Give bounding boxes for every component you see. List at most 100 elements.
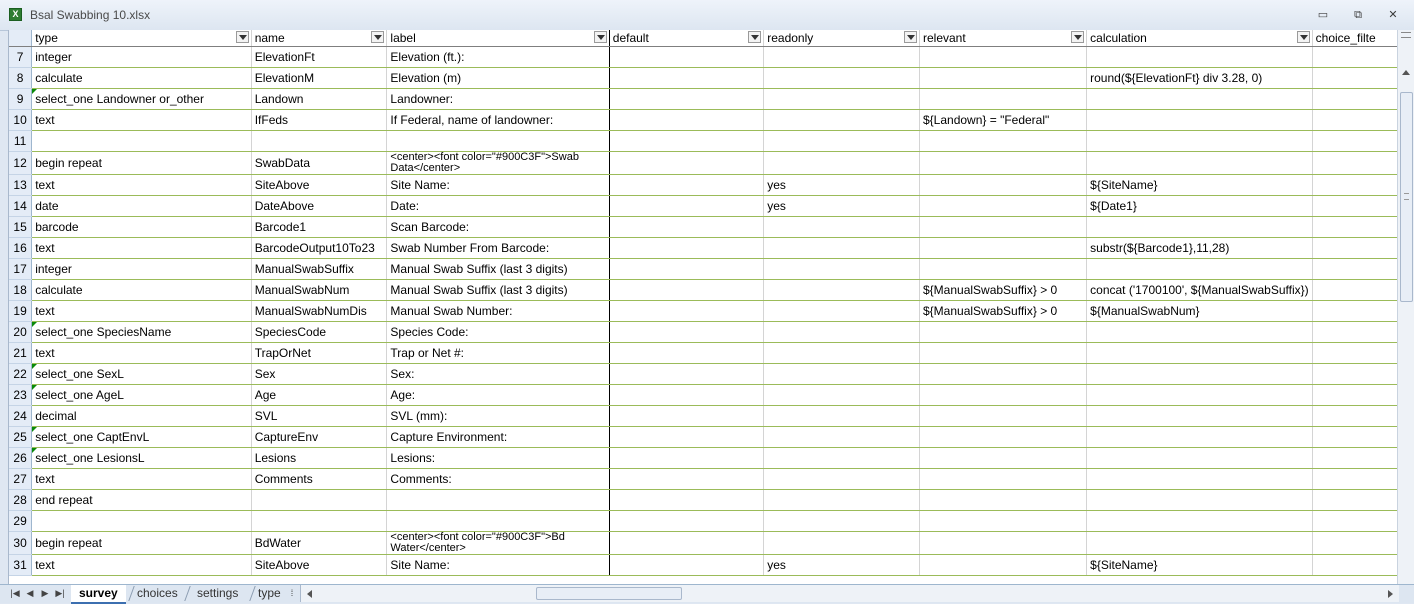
cell-choice-filter[interactable] [1312, 88, 1398, 110]
cell-relevant[interactable] [919, 489, 1088, 511]
cell-default[interactable] [609, 279, 765, 301]
cell-type[interactable]: select_one LesionsL [31, 447, 252, 469]
cell-calculation[interactable]: round(${ElevationFt} div 3.28, 0) [1086, 67, 1313, 89]
cell-default[interactable] [609, 531, 765, 555]
cell-choice-filter[interactable] [1312, 130, 1398, 152]
cell-calculation[interactable] [1086, 426, 1313, 448]
cell-relevant[interactable] [919, 258, 1088, 280]
cell-type[interactable]: date [31, 195, 252, 217]
cell-calculation[interactable] [1086, 151, 1313, 175]
cell-name[interactable]: TrapOrNet [251, 342, 388, 364]
row-number[interactable]: 10 [9, 109, 33, 131]
cell-type[interactable]: text [31, 468, 252, 490]
cell-relevant[interactable] [919, 363, 1088, 385]
restore-button[interactable]: ⧉ [1347, 7, 1369, 23]
column-header-readonly[interactable]: readonly [763, 30, 920, 47]
cell-type[interactable]: begin repeat [31, 151, 252, 175]
scroll-right-icon[interactable] [1388, 590, 1393, 598]
cell-default[interactable] [609, 447, 765, 469]
cell-default[interactable] [609, 109, 765, 131]
cell-default[interactable] [609, 321, 765, 343]
column-header-type[interactable]: type [31, 30, 252, 47]
filter-dropdown-icon[interactable] [1296, 31, 1310, 43]
cell-label[interactable]: Capture Environment: [386, 426, 610, 448]
cell-relevant[interactable] [919, 151, 1088, 175]
cell-default[interactable] [609, 384, 765, 406]
cell-name[interactable]: SwabData [251, 151, 388, 175]
cell-choice-filter[interactable] [1312, 46, 1398, 68]
cell-label[interactable]: Landowner: [386, 88, 610, 110]
cell-type[interactable]: decimal [31, 405, 252, 427]
scroll-up-icon[interactable] [1402, 70, 1410, 75]
cell-calculation[interactable] [1086, 405, 1313, 427]
cell-readonly[interactable] [763, 447, 920, 469]
cell-name[interactable]: ManualSwabNumDis [251, 300, 388, 322]
prev-sheet-icon[interactable]: ◀ [25, 588, 35, 599]
worksheet-grid[interactable]: type name label default readonly relevan… [8, 30, 1398, 584]
tab-split-icon[interactable]: ⁞ [287, 588, 297, 599]
column-header-label[interactable]: label [386, 30, 610, 47]
cell-type[interactable]: integer [31, 46, 252, 68]
close-button[interactable]: ✕ [1382, 7, 1404, 23]
cell-name[interactable]: Lesions [251, 447, 388, 469]
cell-default[interactable] [609, 510, 765, 532]
column-header-relevant[interactable]: relevant [919, 30, 1088, 47]
cell-choice-filter[interactable] [1312, 237, 1398, 259]
cell-readonly[interactable] [763, 46, 920, 68]
cell-choice-filter[interactable] [1312, 363, 1398, 385]
cell-readonly[interactable] [763, 130, 920, 152]
cell-choice-filter[interactable] [1312, 447, 1398, 469]
cell-name[interactable] [251, 510, 388, 532]
cell-default[interactable] [609, 489, 765, 511]
cell-default[interactable] [609, 195, 765, 217]
cell-type[interactable]: select_one AgeL [31, 384, 252, 406]
cell-readonly[interactable] [763, 151, 920, 175]
cell-label[interactable]: If Federal, name of landowner: [386, 109, 610, 131]
cell-name[interactable]: Sex [251, 363, 388, 385]
row-number[interactable]: 12 [9, 151, 33, 175]
cell-choice-filter[interactable] [1312, 554, 1398, 576]
cell-default[interactable] [609, 130, 765, 152]
cell-choice-filter[interactable] [1312, 384, 1398, 406]
cell-label[interactable]: Date: [386, 195, 610, 217]
row-number[interactable]: 25 [9, 426, 33, 448]
cell-readonly[interactable] [763, 489, 920, 511]
cell-relevant[interactable] [919, 130, 1088, 152]
cell-name[interactable]: DateAbove [251, 195, 388, 217]
cell-readonly[interactable]: yes [763, 554, 920, 576]
cell-type[interactable]: select_one SpeciesName [31, 321, 252, 343]
cell-type[interactable]: select_one Landowner or_other [31, 88, 252, 110]
cell-calculation[interactable] [1086, 109, 1313, 131]
cell-choice-filter[interactable] [1312, 151, 1398, 175]
cell-relevant[interactable] [919, 216, 1088, 238]
row-number[interactable]: 16 [9, 237, 33, 259]
cell-relevant[interactable] [919, 447, 1088, 469]
filter-dropdown-icon[interactable] [904, 31, 917, 43]
comment-indicator-icon[interactable] [32, 88, 38, 94]
cell-calculation[interactable] [1086, 216, 1313, 238]
cell-default[interactable] [609, 426, 765, 448]
column-header-default[interactable]: default [609, 30, 765, 47]
row-number[interactable]: 26 [9, 447, 33, 469]
vertical-scrollbar[interactable] [1397, 30, 1414, 584]
cell-calculation[interactable] [1086, 468, 1313, 490]
cell-readonly[interactable]: yes [763, 174, 920, 196]
cell-name[interactable]: SiteAbove [251, 174, 388, 196]
row-number[interactable]: 23 [9, 384, 33, 406]
cell-relevant[interactable] [919, 237, 1088, 259]
cell-calculation[interactable]: ${SiteName} [1086, 554, 1313, 576]
cell-choice-filter[interactable] [1312, 174, 1398, 196]
cell-relevant[interactable] [919, 195, 1088, 217]
cell-calculation[interactable] [1086, 384, 1313, 406]
cell-default[interactable] [609, 363, 765, 385]
cell-default[interactable] [609, 174, 765, 196]
cell-choice-filter[interactable] [1312, 195, 1398, 217]
cell-default[interactable] [609, 46, 765, 68]
cell-label[interactable]: Manual Swab Number: [386, 300, 610, 322]
row-number[interactable]: 9 [9, 88, 33, 110]
cell-label[interactable]: <center><font color="#900C3F">Swab Data<… [386, 151, 610, 175]
cell-label[interactable]: <center><font color="#900C3F">Bd Water</… [386, 531, 610, 555]
row-number[interactable]: 11 [9, 130, 33, 152]
cell-type[interactable]: select_one SexL [31, 363, 252, 385]
cell-label[interactable]: Age: [386, 384, 610, 406]
